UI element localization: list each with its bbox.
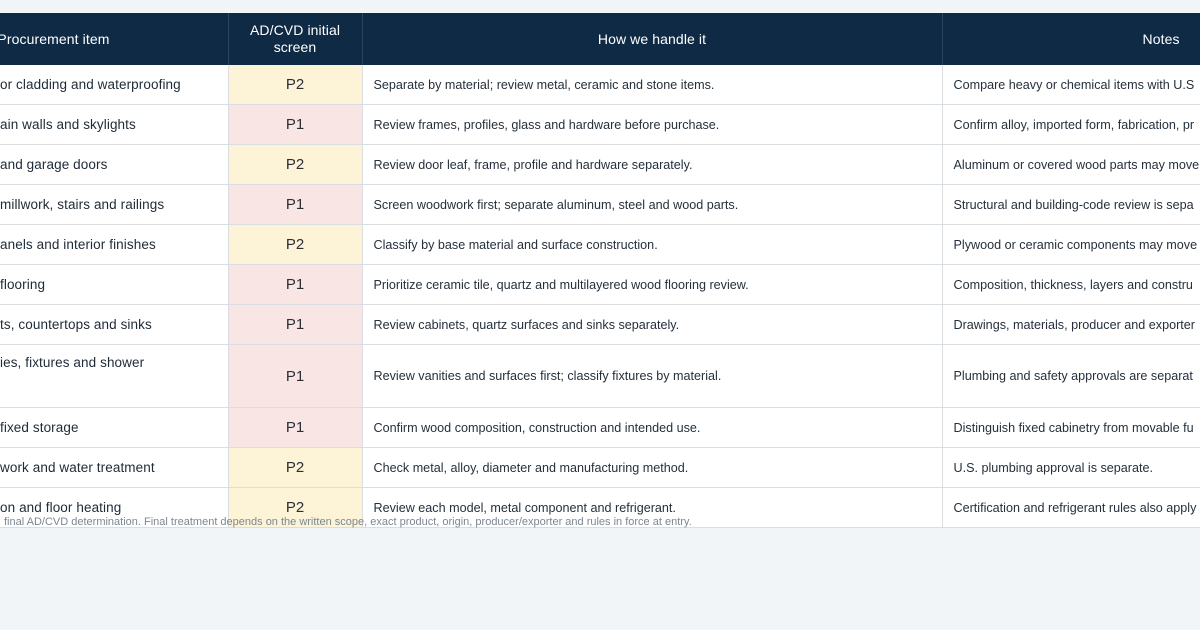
cell-item: millwork, stairs and railings — [0, 184, 229, 225]
cell-notes: U.S. plumbing approval is separate. — [942, 447, 1200, 488]
table-row: fixed storage P1 Confirm wood compositio… — [0, 407, 1200, 448]
table-row: work and water treatment P2 Check metal,… — [0, 447, 1200, 488]
cell-notes: Aluminum or covered wood parts may move — [942, 144, 1200, 185]
cell-handle: Classify by base material and surface co… — [362, 224, 943, 265]
table-row: and garage doors P2 Review door leaf, fr… — [0, 144, 1200, 185]
table-row: flooring P1 Prioritize ceramic tile, qua… — [0, 264, 1200, 305]
cell-notes: Certification and refrigerant rules also… — [942, 487, 1200, 528]
cell-item: fixed storage — [0, 407, 229, 448]
column-header-handle: How we handle it — [362, 13, 943, 65]
table-row: ies, fixtures and shower P1 Review vanit… — [0, 344, 1200, 408]
cell-handle: Prioritize ceramic tile, quartz and mult… — [362, 264, 943, 305]
cell-screen-priority: P2 — [228, 144, 363, 185]
cell-screen-priority: P1 — [228, 344, 363, 408]
cell-screen-priority: P1 — [228, 304, 363, 345]
table-row: millwork, stairs and railings P1 Screen … — [0, 184, 1200, 225]
column-header-screen: AD/CVD initial screen — [228, 13, 363, 65]
table-row: ain walls and skylights P1 Review frames… — [0, 104, 1200, 145]
cell-notes: Distinguish fixed cabinetry from movable… — [942, 407, 1200, 448]
cell-screen-priority: P2 — [228, 447, 363, 488]
cell-item: ies, fixtures and shower — [0, 344, 229, 408]
cell-screen-priority: P1 — [228, 264, 363, 305]
cell-handle: Separate by material; review metal, cera… — [362, 65, 943, 105]
table-header-row: Procurement item AD/CVD initial screen H… — [0, 13, 1200, 65]
cell-screen-priority: P2 — [228, 224, 363, 265]
cell-item: ts, countertops and sinks — [0, 304, 229, 345]
cell-notes: Plywood or ceramic components may move — [942, 224, 1200, 265]
cell-item: anels and interior finishes — [0, 224, 229, 265]
cell-item: ain walls and skylights — [0, 104, 229, 145]
cell-item: or cladding and waterproofing — [0, 65, 229, 105]
procurement-table-container: Procurement item AD/CVD initial screen H… — [0, 13, 1200, 528]
column-header-notes: Notes — [942, 13, 1200, 65]
table-row: anels and interior finishes P2 Classify … — [0, 224, 1200, 265]
cell-screen-priority: P1 — [228, 407, 363, 448]
cell-handle: Screen woodwork first; separate aluminum… — [362, 184, 943, 225]
cell-notes: Structural and building-code review is s… — [942, 184, 1200, 225]
cell-notes: Compare heavy or chemical items with U.S — [942, 65, 1200, 105]
column-header-item: Procurement item — [0, 13, 229, 65]
table-row: ts, countertops and sinks P1 Review cabi… — [0, 304, 1200, 345]
cell-handle: Review frames, profiles, glass and hardw… — [362, 104, 943, 145]
cell-handle: Check metal, alloy, diameter and manufac… — [362, 447, 943, 488]
cell-item: and garage doors — [0, 144, 229, 185]
cell-notes: Confirm alloy, imported form, fabricatio… — [942, 104, 1200, 145]
procurement-table: Procurement item AD/CVD initial screen H… — [0, 13, 1200, 528]
cell-handle: Confirm wood composition, construction a… — [362, 407, 943, 448]
cell-screen-priority: P1 — [228, 104, 363, 145]
cell-item: work and water treatment — [0, 447, 229, 488]
cell-item: flooring — [0, 264, 229, 305]
cell-screen-priority: P2 — [228, 65, 363, 105]
cell-handle: Review vanities and surfaces first; clas… — [362, 344, 943, 408]
table-row: or cladding and waterproofing P2 Separat… — [0, 65, 1200, 105]
cell-handle: Review cabinets, quartz surfaces and sin… — [362, 304, 943, 345]
cell-notes: Plumbing and safety approvals are separa… — [942, 344, 1200, 408]
cell-notes: Composition, thickness, layers and const… — [942, 264, 1200, 305]
cell-handle: Review door leaf, frame, profile and har… — [362, 144, 943, 185]
cell-notes: Drawings, materials, producer and export… — [942, 304, 1200, 345]
footnote: final AD/CVD determination. Final treatm… — [4, 516, 692, 528]
cell-screen-priority: P1 — [228, 184, 363, 225]
